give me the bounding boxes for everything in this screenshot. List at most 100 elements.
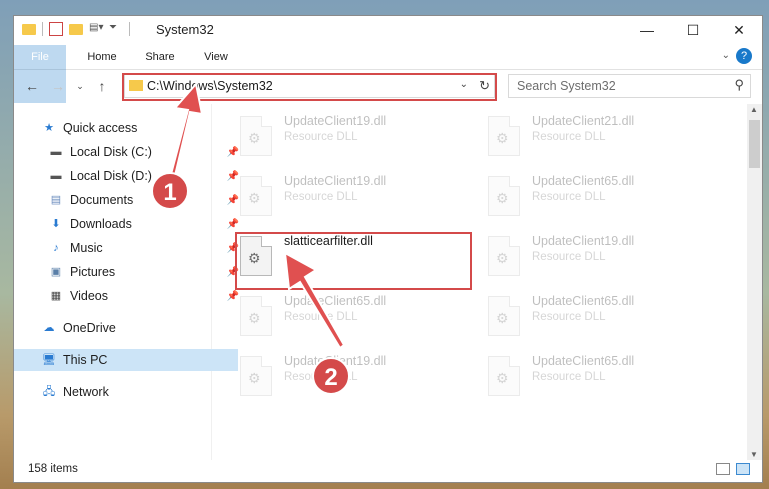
expand-ribbon-icon[interactable]: ⌄ xyxy=(722,50,730,61)
file-type: Resource DLL xyxy=(284,191,358,203)
search-icon[interactable]: ⚲ xyxy=(734,77,744,93)
quick-access-toolbar: ▤▾ ⏷ xyxy=(22,22,130,36)
sidebar-item-label: Documents xyxy=(70,193,134,207)
sidebar-item-quick-access[interactable]: ★ Quick access xyxy=(14,117,238,139)
step-2-badge: 2 xyxy=(312,357,350,395)
sidebar-item-pictures[interactable]: ▣ Pictures 📌 xyxy=(14,261,245,283)
separator xyxy=(42,22,43,36)
file-item[interactable]: ⚙ UpdateClient65.dll Resource DLL xyxy=(484,350,714,408)
scroll-down-icon[interactable]: ▼ xyxy=(750,450,758,459)
refresh-icon[interactable]: ↻ xyxy=(479,78,490,94)
file-item[interactable]: ⚙ UpdateClient65.dll Resource DLL xyxy=(484,170,714,228)
sidebar-item-network[interactable]: 🖧 Network xyxy=(14,381,238,403)
search-placeholder: Search System32 xyxy=(517,79,616,93)
sidebar-item-music[interactable]: ♪ Music 📌 xyxy=(14,237,245,259)
file-name: UpdateClient19.dll xyxy=(532,234,635,248)
navigation-bar: ← → ⌄ ↑ C:\Windows\System32 ⌄ ↻ Search S… xyxy=(14,72,762,102)
gear-icon: ⚙ xyxy=(248,130,261,146)
gear-icon: ⚙ xyxy=(496,250,509,266)
file-item[interactable]: ⚙ UpdateClient21.dll Resource DLL xyxy=(484,110,714,168)
properties-icon[interactable] xyxy=(49,22,63,36)
close-button[interactable]: ✕ xyxy=(716,16,762,44)
star-icon: ★ xyxy=(44,122,54,134)
tab-home[interactable]: Home xyxy=(76,45,128,69)
details-view-icon[interactable] xyxy=(716,463,730,475)
sidebar-item-label: Videos xyxy=(70,289,108,303)
sidebar-item-onedrive[interactable]: ☁ OneDrive xyxy=(14,317,238,339)
sidebar-item-local-disk-d[interactable]: ▬ Local Disk (D:) 📌 xyxy=(14,165,245,187)
file-type: Resource DLL xyxy=(284,131,358,143)
file-item[interactable]: ⚙ UpdateClient65.dll Resource DLL xyxy=(236,290,466,348)
file-item[interactable]: ⚙ UpdateClient19.dll Resource DLL xyxy=(236,110,466,168)
file-item-slatticearfilter[interactable]: ⚙ slatticearfilter.dll xyxy=(236,230,466,288)
forward-button[interactable]: → xyxy=(48,76,68,96)
drive-icon: ▬ xyxy=(50,170,62,182)
sidebar-item-local-disk-c[interactable]: ▬ Local Disk (C:) 📌 xyxy=(14,141,245,163)
gear-icon: ⚙ xyxy=(248,370,261,386)
help-button[interactable]: ? xyxy=(736,48,752,64)
file-name: UpdateClient19.dll xyxy=(284,114,387,128)
scrollbar-thumb[interactable] xyxy=(749,120,760,168)
folder-icon xyxy=(129,80,143,91)
tab-share[interactable]: Share xyxy=(134,45,186,69)
tiles-view-icon[interactable] xyxy=(736,463,750,475)
download-icon: ⬇ xyxy=(51,218,61,230)
file-name: slatticearfilter.dll xyxy=(284,234,373,248)
file-name: UpdateClient65.dll xyxy=(284,294,387,308)
navigation-pane: ★ Quick access ▬ Local Disk (C:) 📌 ▬ Loc… xyxy=(14,104,239,460)
file-type: Resource DLL xyxy=(532,371,606,383)
pictures-icon: ▣ xyxy=(50,266,62,278)
toolbar-dropdown-icon[interactable]: ⏷ xyxy=(109,22,123,36)
file-explorer-window: ▤▾ ⏷ System32 — ☐ ✕ File Home Share View… xyxy=(13,15,763,483)
file-name: UpdateClient65.dll xyxy=(532,294,635,308)
gear-icon: ⚙ xyxy=(248,310,261,326)
window-title: System32 xyxy=(156,22,214,37)
ribbon: File Home Share View ⌄ ? xyxy=(14,45,762,103)
title-bar: ▤▾ ⏷ System32 — ☐ ✕ xyxy=(14,16,762,44)
status-bar: 158 items xyxy=(14,460,762,482)
file-item[interactable]: ⚙ UpdateClient19.dll Resource DLL xyxy=(236,350,466,408)
back-button[interactable]: ← xyxy=(22,76,42,96)
new-folder-icon[interactable] xyxy=(69,23,83,35)
vertical-scrollbar[interactable]: ▲ ▼ xyxy=(747,104,762,460)
gear-icon: ⚙ xyxy=(496,310,509,326)
address-dropdown-icon[interactable]: ⌄ xyxy=(460,79,468,90)
file-name: UpdateClient19.dll xyxy=(284,174,387,188)
sidebar-item-label: Quick access xyxy=(63,121,138,135)
music-icon: ♪ xyxy=(53,242,59,254)
documents-icon: ▤ xyxy=(50,194,62,206)
file-item[interactable]: ⚙ UpdateClient19.dll Resource DLL xyxy=(484,230,714,288)
item-count: 158 items xyxy=(28,463,78,475)
sidebar-item-videos[interactable]: ▦ Videos 📌 xyxy=(14,285,245,307)
gear-icon: ⚙ xyxy=(496,130,509,146)
sidebar-item-label: This PC xyxy=(63,353,108,367)
file-type: Resource DLL xyxy=(532,131,606,143)
scroll-up-icon[interactable]: ▲ xyxy=(750,105,758,114)
step-1-badge: 1 xyxy=(151,172,189,210)
drive-icon: ▬ xyxy=(50,146,62,158)
sidebar-item-documents[interactable]: ▤ Documents 📌 xyxy=(14,189,245,211)
computer-icon: 🖥 xyxy=(42,354,56,366)
address-path[interactable]: C:\Windows\System32 xyxy=(147,79,273,93)
customize-toolbar-icon[interactable]: ▤▾ xyxy=(89,22,103,36)
file-name: UpdateClient65.dll xyxy=(532,174,635,188)
address-bar[interactable]: C:\Windows\System32 ⌄ ↻ xyxy=(124,74,495,98)
gear-icon: ⚙ xyxy=(248,190,261,206)
recent-locations-button[interactable]: ⌄ xyxy=(70,76,90,96)
file-item[interactable]: ⚙ UpdateClient65.dll Resource DLL xyxy=(484,290,714,348)
folder-icon xyxy=(22,23,36,35)
maximize-button[interactable]: ☐ xyxy=(670,16,716,44)
sidebar-item-label: Local Disk (D:) xyxy=(70,169,152,183)
search-box[interactable]: Search System32 ⚲ xyxy=(508,74,751,98)
tab-view[interactable]: View xyxy=(190,45,242,69)
minimize-button[interactable]: — xyxy=(624,16,670,44)
separator xyxy=(129,22,130,36)
file-type: Resource DLL xyxy=(532,191,606,203)
sidebar-item-this-pc[interactable]: 🖥 This PC xyxy=(14,349,238,371)
up-button[interactable]: ↑ xyxy=(92,76,112,96)
cloud-icon: ☁ xyxy=(43,322,55,334)
sidebar-item-label: Downloads xyxy=(70,217,132,231)
sidebar-item-label: Pictures xyxy=(70,265,116,279)
file-item[interactable]: ⚙ UpdateClient19.dll Resource DLL xyxy=(236,170,466,228)
sidebar-item-downloads[interactable]: ⬇ Downloads 📌 xyxy=(14,213,245,235)
